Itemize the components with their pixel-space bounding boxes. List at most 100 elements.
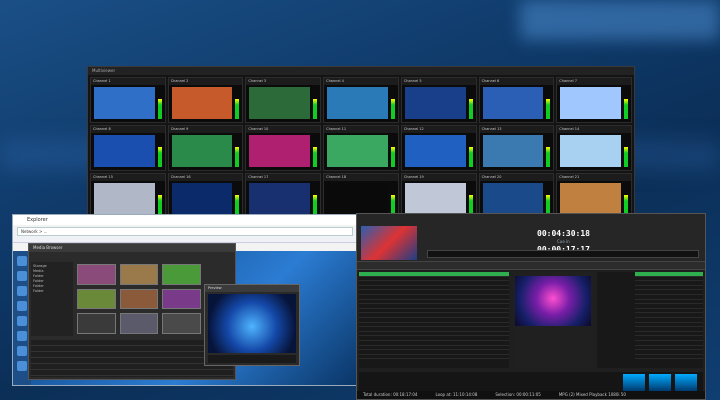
media-thumbnail[interactable]: [119, 313, 159, 334]
status-bar: Total duration: 00:18:17:04 Loop at: 11:…: [357, 391, 705, 399]
on-air-thumbnail: [361, 226, 417, 260]
tile-label: Channel 10: [246, 126, 321, 133]
tile-label: Channel 6: [479, 78, 554, 85]
multiviewer-tile[interactable]: Channel 16: [167, 173, 244, 219]
multiviewer-tile[interactable]: Channel 6: [478, 77, 555, 123]
multiviewer-tile[interactable]: Channel 3: [245, 77, 322, 123]
vu-meter: [235, 147, 240, 167]
tile-label: Channel 15: [91, 174, 165, 181]
tile-video: [560, 135, 621, 167]
folder-tree[interactable]: Storage Media Folder Folder Folder Folde…: [31, 262, 73, 336]
multiviewer-tile[interactable]: Channel 5: [400, 77, 477, 123]
playout-toolbar[interactable]: [357, 262, 705, 270]
tile-video: [249, 183, 311, 215]
multiviewer-tile[interactable]: Channel 4: [323, 77, 399, 123]
explorer-toolbar[interactable]: Network > ...: [13, 227, 357, 243]
media-thumbnail[interactable]: [77, 313, 116, 334]
desktop-shortcut-icon[interactable]: [17, 301, 27, 311]
tile-video: [327, 183, 388, 215]
cue-label: Cue in: [557, 239, 570, 244]
address-bar[interactable]: Network > ...: [17, 227, 353, 236]
multiviewer-tile[interactable]: Channel 11: [323, 125, 399, 171]
timeline-bar[interactable]: [427, 250, 699, 258]
tile-label: Channel 14: [557, 126, 631, 133]
vu-meter: [624, 195, 628, 215]
vu-meter: [468, 195, 473, 215]
tile-video: [404, 135, 466, 167]
tile-video: [249, 87, 311, 119]
multiviewer-tile[interactable]: Channel 7: [556, 77, 632, 123]
secondary-list[interactable]: [635, 272, 703, 368]
playout-window[interactable]: 00:04:30:18 Cue in 00:00:17:17 Total dur…: [356, 213, 706, 400]
multiviewer-tile[interactable]: Channel 2: [167, 77, 244, 123]
playout-header: 00:04:30:18 Cue in 00:00:17:17: [357, 214, 705, 262]
loop-time: Loop at: 11:10:14:08: [435, 392, 478, 397]
program-video: [515, 276, 591, 326]
total-duration: Total duration: 00:18:17:04: [363, 392, 418, 397]
secondary-panel[interactable]: [597, 272, 703, 368]
tile-label: Channel 20: [479, 174, 554, 181]
multiviewer-tile[interactable]: Channel 9: [167, 125, 244, 171]
tile-video: [94, 183, 155, 215]
vu-meter: [313, 195, 318, 215]
media-browser-title: Media Browser: [29, 244, 235, 252]
desktop-shortcut-icon[interactable]: [17, 256, 27, 266]
multiviewer-tile[interactable]: Channel 1: [90, 77, 166, 123]
tile-video: [171, 135, 233, 167]
desktop-shortcut-icon[interactable]: [17, 346, 27, 356]
multiviewer-tile[interactable]: Channel 15: [90, 173, 166, 219]
media-thumbnail[interactable]: [162, 313, 201, 334]
media-thumbnail[interactable]: [162, 288, 201, 310]
preview-video: [208, 294, 296, 353]
vu-meter: [546, 195, 551, 215]
cue-clock: 00:04:30:18: [537, 229, 590, 238]
multiviewer-tile[interactable]: Channel 14: [556, 125, 632, 171]
desktop-shortcut-icon[interactable]: [17, 316, 27, 326]
desktop-shortcut-icon[interactable]: [17, 361, 27, 371]
vu-meter: [157, 195, 162, 215]
multiviewer-tile[interactable]: Channel 10: [245, 125, 322, 171]
media-thumbnail[interactable]: [119, 264, 159, 285]
preview-player[interactable]: Preview: [204, 284, 300, 366]
tile-video: [171, 87, 233, 119]
playlist-row[interactable]: [359, 355, 509, 360]
audio-meter: [623, 374, 645, 392]
multiviewer-window[interactable]: Multiviewer Channel 1 Channel 2 Channel 3C…: [87, 66, 635, 221]
media-thumbnail[interactable]: [162, 264, 201, 285]
tile-label: Channel 5: [401, 78, 476, 85]
desktop-shortcut-icon[interactable]: [17, 271, 27, 281]
transport-controls[interactable]: [208, 355, 296, 363]
multiviewer-grid: Channel 1 Channel 2 Channel 3 Channel 4 Chan…: [88, 75, 634, 221]
desktop-shortcut-icon[interactable]: [17, 331, 27, 341]
format-info: MPG (2) Mixed Playback 1080i 50: [558, 392, 626, 397]
multiviewer-tile[interactable]: Channel 12: [400, 125, 477, 171]
audio-meter: [675, 374, 697, 392]
playlist-table[interactable]: [359, 272, 509, 368]
tile-video: [94, 135, 155, 167]
tile-video: [171, 183, 233, 215]
multiviewer-tile[interactable]: Channel 17: [245, 173, 322, 219]
tree-item[interactable]: Folder: [33, 289, 71, 294]
tile-label: Channel 2: [168, 78, 243, 85]
tile-label: Channel 1: [91, 78, 165, 85]
media-thumbnail[interactable]: [77, 264, 116, 285]
selection-time: Selection: 00:00:11:05: [495, 392, 541, 397]
multiviewer-tile[interactable]: Channel 8: [90, 125, 166, 171]
background-glow: [520, 0, 720, 40]
vu-meter: [546, 99, 551, 119]
vu-meter: [313, 147, 318, 167]
media-thumbnail[interactable]: [119, 288, 159, 310]
multiviewer-tile[interactable]: Channel 13: [478, 125, 555, 171]
vu-meter: [468, 147, 473, 167]
vu-meter: [235, 99, 240, 119]
secondary-row[interactable]: [635, 355, 703, 360]
tile-video: [404, 183, 466, 215]
tile-video: [404, 87, 466, 119]
tile-video: [327, 135, 388, 167]
preview-title: Preview: [205, 285, 299, 292]
desktop-shortcut-icon[interactable]: [17, 286, 27, 296]
media-thumbnail[interactable]: [77, 288, 116, 310]
vu-meter: [390, 147, 395, 167]
tile-label: Channel 16: [168, 174, 243, 181]
metadata-panel: [31, 340, 233, 377]
